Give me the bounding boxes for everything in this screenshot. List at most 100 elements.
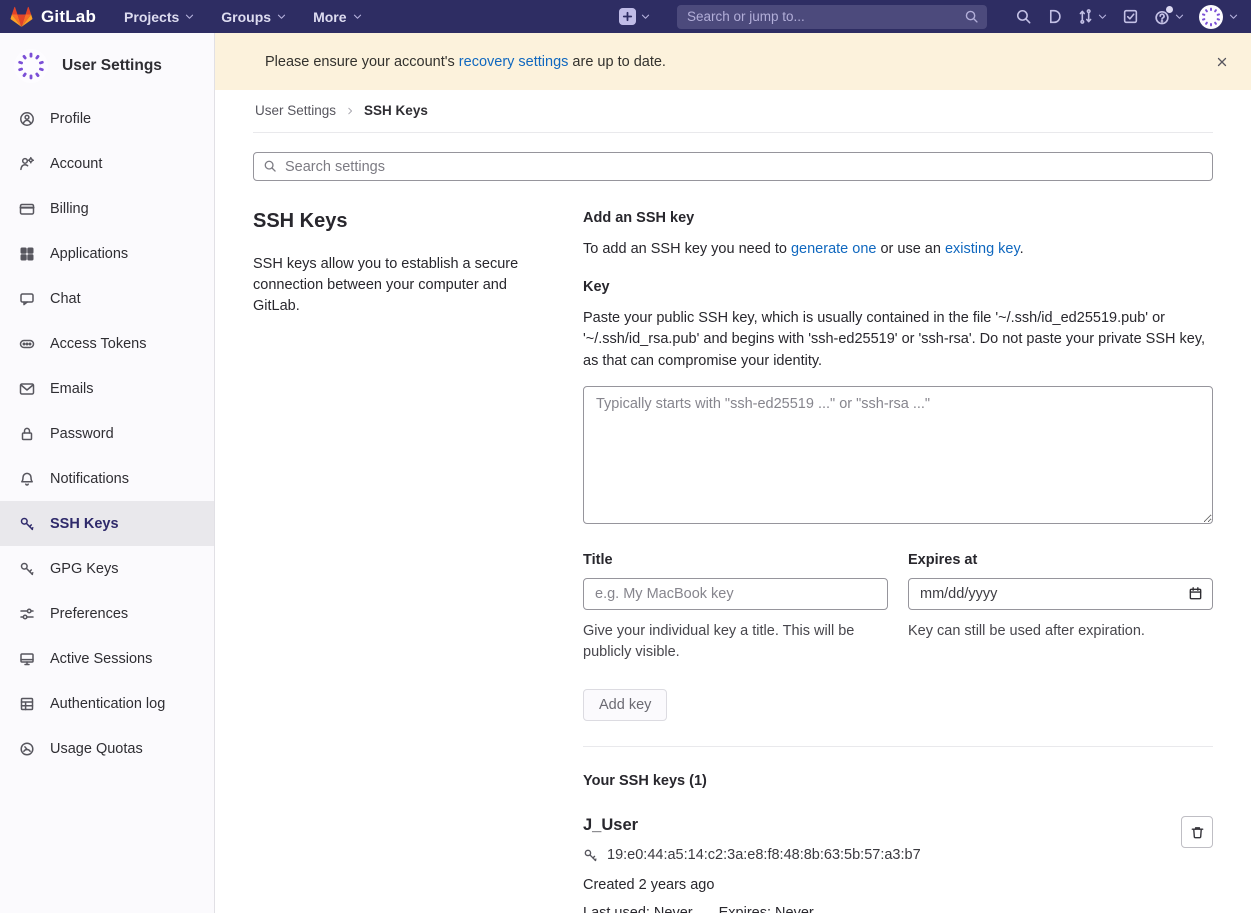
new-item-menu-button[interactable] xyxy=(619,8,651,25)
sidebar-title: User Settings xyxy=(62,57,162,75)
chevron-down-icon xyxy=(276,11,287,22)
sidebar-item-billing[interactable]: Billing xyxy=(0,186,214,231)
ssh-key-expires: Expires: Never xyxy=(719,905,814,913)
trash-icon xyxy=(1190,825,1205,840)
search-button[interactable] xyxy=(1015,8,1032,25)
monitor-icon xyxy=(19,651,35,667)
key-icon xyxy=(19,561,35,577)
add-key-intro: To add an SSH key you need to generate o… xyxy=(583,241,1213,257)
bell-icon xyxy=(19,471,35,487)
sidebar-item-active-sessions[interactable]: Active Sessions xyxy=(0,636,214,681)
title-field: Title Give your individual key a title. … xyxy=(583,552,888,663)
sidebar-item-account[interactable]: Account xyxy=(0,141,214,186)
billing-card-icon xyxy=(19,201,35,217)
recovery-settings-alert: Please ensure your account's recovery se… xyxy=(215,33,1251,90)
chevron-down-icon xyxy=(1174,11,1185,22)
plus-square-icon xyxy=(619,8,636,25)
gitlab-home-link[interactable]: GitLab xyxy=(10,6,96,28)
section-divider xyxy=(583,746,1213,747)
sidebar-item-authentication-log[interactable]: Authentication log xyxy=(0,681,214,726)
title-input[interactable] xyxy=(583,578,888,610)
main-nav: Projects Groups More xyxy=(124,9,362,25)
search-icon xyxy=(263,159,277,173)
global-search-input[interactable] xyxy=(677,5,987,29)
key-field-help: Paste your public SSH key, which is usua… xyxy=(583,308,1213,372)
expires-date-input[interactable] xyxy=(908,578,1213,610)
existing-key-link[interactable]: existing key xyxy=(945,241,1020,257)
profile-icon xyxy=(19,111,35,127)
account-icon xyxy=(19,156,35,172)
user-avatar xyxy=(1199,5,1223,29)
applications-grid-icon xyxy=(19,246,35,262)
user-avatar xyxy=(14,49,48,83)
chevron-down-icon xyxy=(1228,11,1239,22)
merge-requests-menu-button[interactable] xyxy=(1077,8,1108,25)
ssh-key-details: J_User 19:e0:44:a5:14:c2:3a:e8:f8:48:8b:… xyxy=(583,816,921,913)
expires-field-help: Key can still be used after expiration. xyxy=(908,621,1213,642)
sidebar-item-gpg-keys[interactable]: GPG Keys xyxy=(0,546,214,591)
sidebar-item-ssh-keys[interactable]: SSH Keys xyxy=(0,501,214,546)
generate-one-link[interactable]: generate one xyxy=(791,241,876,257)
ssh-key-last-used: Last used: Never xyxy=(583,905,693,913)
log-table-icon xyxy=(19,696,35,712)
search-icon xyxy=(1015,8,1032,25)
gitlab-tanuki-logo-icon xyxy=(10,6,33,28)
top-navbar: GitLab Projects Groups More xyxy=(0,0,1251,33)
sidebar-item-chat[interactable]: Chat xyxy=(0,276,214,321)
key-field-label: Key xyxy=(583,279,1213,295)
sidebar-nav: Profile Account Billing Applications Cha… xyxy=(0,96,214,771)
global-search xyxy=(677,5,987,29)
close-icon xyxy=(1215,55,1229,69)
sidebar-item-usage-quotas[interactable]: Usage Quotas xyxy=(0,726,214,771)
section-description: SSH Keys SSH keys allow you to establish… xyxy=(253,210,583,913)
alert-text: Please ensure your account's recovery se… xyxy=(265,54,666,70)
expires-field-label: Expires at xyxy=(908,552,1213,568)
user-menu-button[interactable] xyxy=(1199,5,1239,29)
nav-more-menu[interactable]: More xyxy=(313,9,362,25)
breadcrumb-user-settings[interactable]: User Settings xyxy=(255,103,336,118)
sidebar-item-preferences[interactable]: Preferences xyxy=(0,591,214,636)
chevron-down-icon xyxy=(1097,11,1108,22)
your-ssh-keys-heading: Your SSH keys (1) xyxy=(583,773,1213,789)
title-field-label: Title xyxy=(583,552,888,568)
chevron-right-icon xyxy=(345,106,355,116)
todos-button[interactable] xyxy=(1122,8,1139,25)
sidebar-item-notifications[interactable]: Notifications xyxy=(0,456,214,501)
settings-search-input[interactable] xyxy=(253,152,1213,181)
main-content: Please ensure your account's recovery se… xyxy=(215,33,1251,913)
sidebar-item-profile[interactable]: Profile xyxy=(0,96,214,141)
sidebar-header: User Settings xyxy=(0,49,214,83)
chevron-down-icon xyxy=(352,11,363,22)
lock-icon xyxy=(19,426,35,442)
chevron-down-icon xyxy=(184,11,195,22)
chat-bubble-icon xyxy=(19,291,35,307)
ssh-key-title-link[interactable]: J_User xyxy=(583,816,638,835)
add-key-button[interactable]: Add key xyxy=(583,689,667,721)
sidebar-item-applications[interactable]: Applications xyxy=(0,231,214,276)
delete-key-button[interactable] xyxy=(1181,816,1213,848)
sidebar-item-password[interactable]: Password xyxy=(0,411,214,456)
help-menu-button[interactable] xyxy=(1153,8,1185,26)
notification-dot xyxy=(1166,6,1173,13)
ssh-key-created: Created 2 years ago xyxy=(583,877,921,893)
key-icon xyxy=(19,516,35,532)
nav-projects-menu[interactable]: Projects xyxy=(124,9,195,25)
title-field-help: Give your individual key a title. This w… xyxy=(583,621,888,663)
issues-button[interactable] xyxy=(1046,8,1063,25)
alert-dismiss-button[interactable] xyxy=(1211,51,1233,73)
breadcrumb: User Settings SSH Keys xyxy=(253,90,1213,133)
page-title: SSH Keys xyxy=(253,210,553,233)
sidebar-item-access-tokens[interactable]: Access Tokens xyxy=(0,321,214,366)
merge-request-icon xyxy=(1077,8,1094,25)
ssh-key-textarea[interactable] xyxy=(583,386,1213,524)
gauge-icon xyxy=(19,741,35,757)
chevron-down-icon xyxy=(640,11,651,22)
ssh-key-list-item: J_User 19:e0:44:a5:14:c2:3a:e8:f8:48:8b:… xyxy=(583,816,1213,913)
sidebar-item-emails[interactable]: Emails xyxy=(0,366,214,411)
calendar-icon[interactable] xyxy=(1188,586,1203,601)
sliders-icon xyxy=(19,606,35,622)
todo-check-icon xyxy=(1122,8,1139,25)
recovery-settings-link[interactable]: recovery settings xyxy=(459,54,569,70)
nav-groups-menu[interactable]: Groups xyxy=(221,9,287,25)
settings-search xyxy=(253,152,1213,181)
